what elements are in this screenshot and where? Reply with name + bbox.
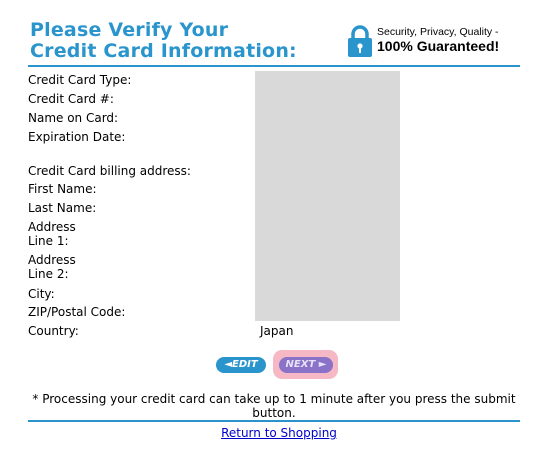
badge-text-security: Security, Privacy, Quality - <box>377 26 499 38</box>
label-address-line2: Address Line 2: <box>28 253 76 281</box>
label-first-name: First Name: <box>28 182 97 196</box>
next-button[interactable]: NEXT ► <box>279 357 333 373</box>
page-title-line1: Please Verify Your <box>30 19 229 41</box>
label-address-line1: Address Line 1: <box>28 220 76 248</box>
return-link-row: Return to Shopping <box>0 426 558 440</box>
page-title-line2: Credit Card Information: <box>30 40 297 62</box>
guarantee-badge: Security, Privacy, Quality - 100% Guaran… <box>347 24 527 60</box>
label-name-on-card: Name on Card: <box>28 111 119 125</box>
label-card-type: Credit Card Type: <box>28 73 132 87</box>
label-card-number: Credit Card #: <box>28 92 114 106</box>
country-value: Japan <box>260 324 294 338</box>
label-billing-address: Credit Card billing address: <box>28 164 191 178</box>
edit-button[interactable]: ◄EDIT <box>216 357 266 373</box>
footer-divider <box>28 420 520 422</box>
label-address-line2-b: Line 2: <box>28 267 69 281</box>
label-city: City: <box>28 287 55 301</box>
label-zip: ZIP/Postal Code: <box>28 305 126 319</box>
label-address-line1-b: Line 1: <box>28 234 69 248</box>
redacted-values-block <box>255 71 400 321</box>
header-divider <box>28 65 520 67</box>
label-country: Country: <box>28 324 79 338</box>
processing-note: * Processing your credit card can take u… <box>32 392 516 420</box>
label-address-line2-a: Address <box>28 253 76 267</box>
page-title: Please Verify Your Credit Card Informati… <box>30 20 297 62</box>
lock-icon <box>348 25 372 57</box>
badge-text-guaranteed: 100% Guaranteed! <box>377 38 500 54</box>
return-to-shopping-link[interactable]: Return to Shopping <box>221 426 337 440</box>
label-last-name: Last Name: <box>28 201 97 215</box>
label-address-line1-a: Address <box>28 220 76 234</box>
label-expiration-date: Expiration Date: <box>28 130 126 144</box>
